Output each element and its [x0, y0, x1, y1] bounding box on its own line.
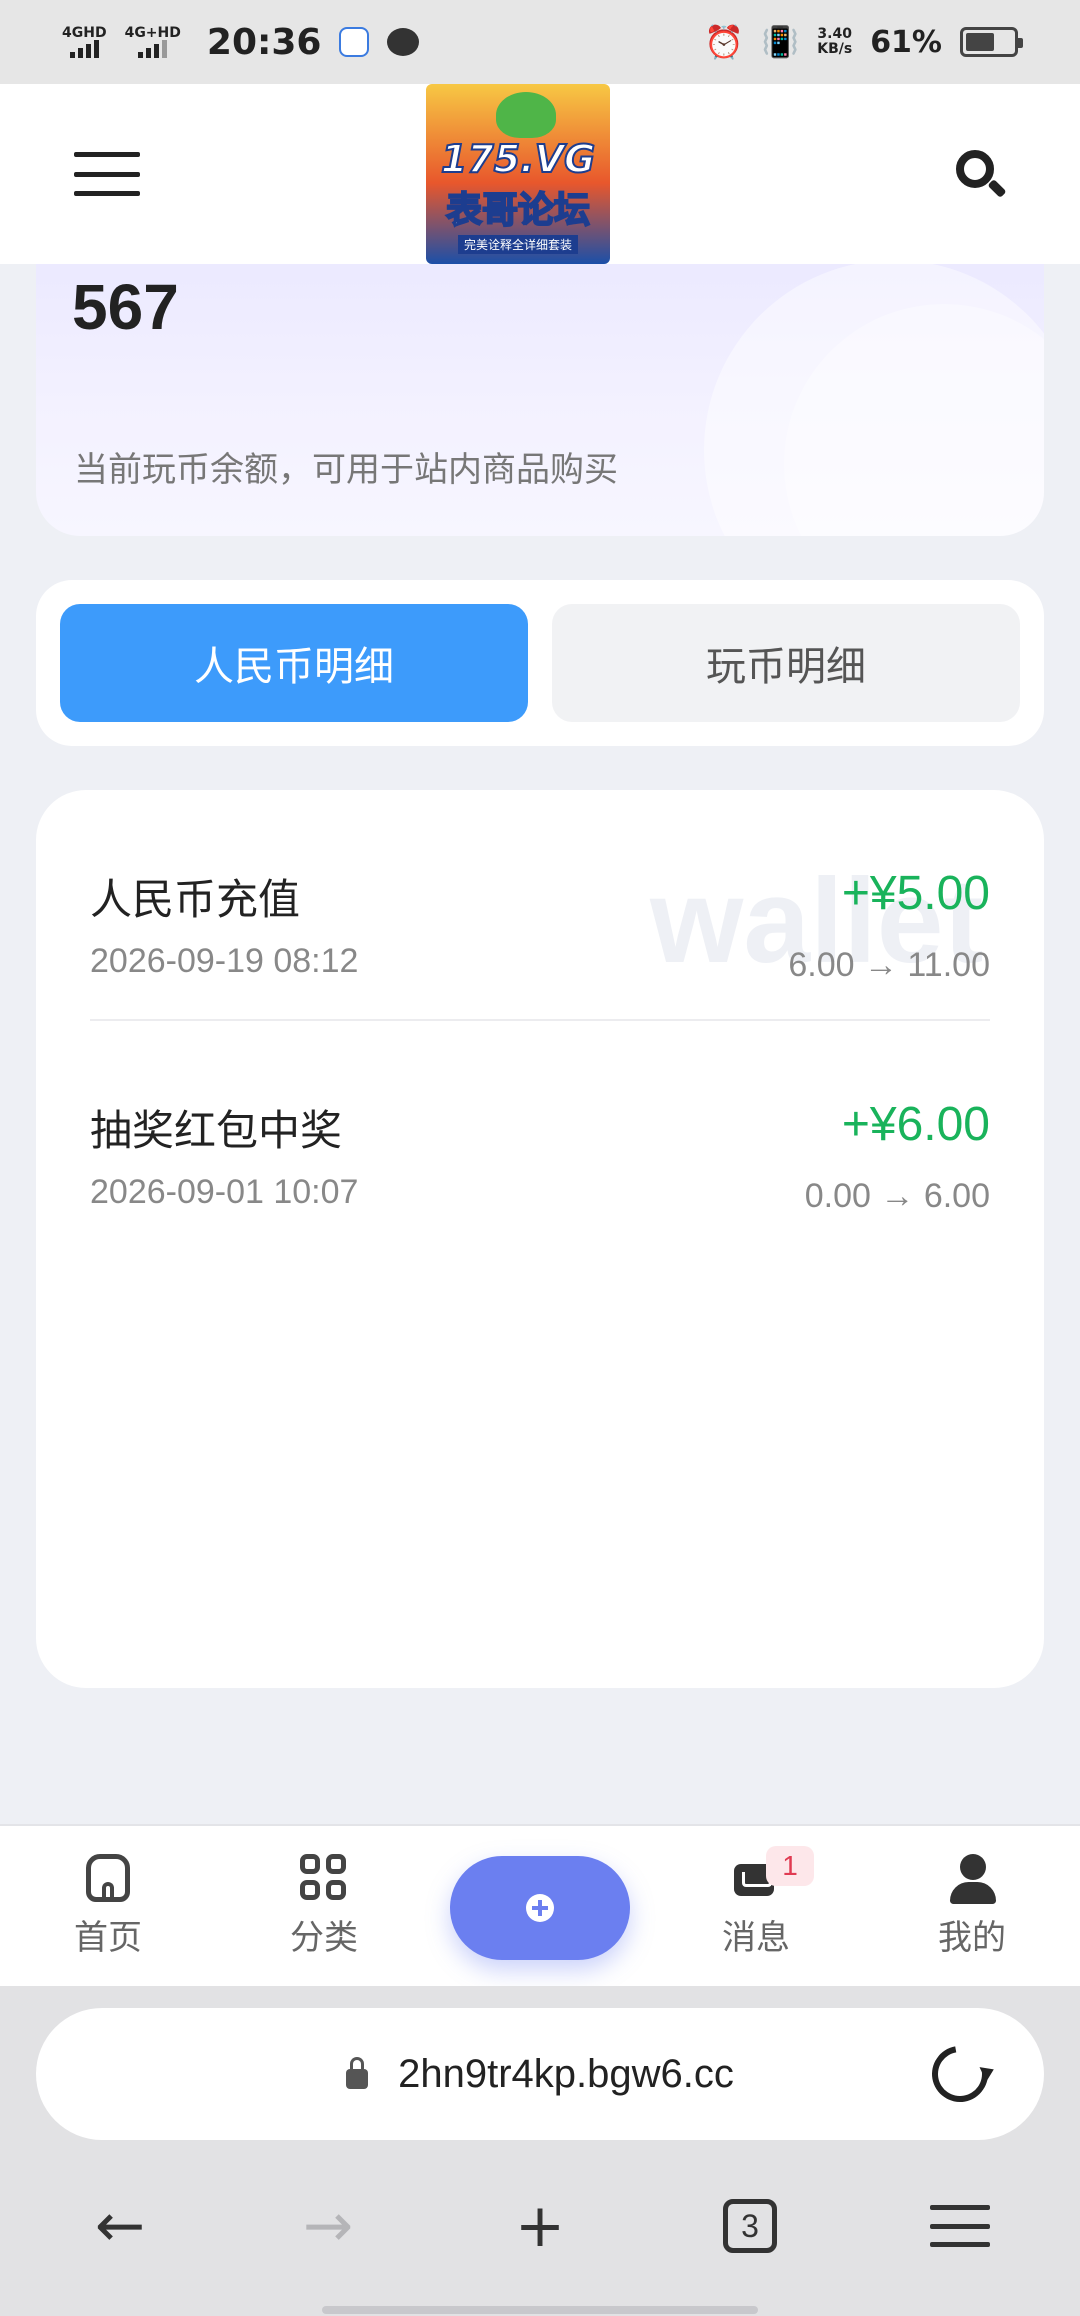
home-icon	[82, 1852, 134, 1904]
bottom-nav: 首页 分类 1 消息 我的	[0, 1824, 1080, 1986]
battery-percent: 61%	[870, 24, 942, 60]
lock-icon	[346, 2057, 369, 2089]
grid-icon	[298, 1852, 350, 1904]
balance-amount: 567	[72, 271, 179, 343]
signal-label-1: 4GHD	[62, 25, 107, 41]
tab-rmb-details[interactable]: 人民币明细	[60, 604, 528, 722]
transaction-title: 抽奖红包中奖	[90, 1106, 343, 1155]
transaction-time: 2026-09-01 10:07	[90, 1173, 359, 1211]
reload-icon[interactable]	[921, 2035, 999, 2113]
menu-icon[interactable]	[74, 152, 140, 196]
site-header: 175.VG 表哥论坛 完美诠释全详细套装	[0, 84, 1080, 264]
signal-bars-icon	[138, 40, 168, 58]
transaction-row[interactable]: 人民币充值 2026-09-19 08:12 +¥5.00 6.00 → 11.…	[90, 790, 990, 1021]
nav-category-label: 分类	[290, 1918, 358, 1958]
user-icon	[946, 1852, 998, 1904]
signal-label-2: 4G+HD	[124, 25, 181, 41]
network-speed-value: 3.40	[817, 26, 852, 42]
dragon-mascot-icon	[496, 92, 556, 138]
tab-coin-details[interactable]: 玩币明细	[552, 604, 1020, 722]
transaction-list: wallet 人民币充值 2026-09-19 08:12 +¥5.00 6.0…	[36, 790, 1044, 1688]
transaction-amount: +¥6.00	[841, 1098, 990, 1151]
mail-icon: 1	[730, 1846, 814, 1904]
address-bar[interactable]: 2hn9tr4kp.bgw6.cc	[36, 2008, 1044, 2140]
transaction-amount: +¥5.00	[841, 867, 990, 920]
transaction-balance-change: 6.00 → 11.00	[788, 946, 990, 984]
back-arrow-icon[interactable]: ←	[80, 2186, 160, 2266]
forward-arrow-icon[interactable]: →	[288, 2186, 368, 2266]
logo-text-tagline: 完美诠释全详细套装	[457, 235, 578, 254]
chat-notification-icon	[387, 28, 420, 56]
signal-indicator-1: 4GHD	[62, 26, 107, 58]
browser-toolbar: 2hn9tr4kp.bgw6.cc ← → + 3	[0, 1986, 1080, 2316]
logo-text-name: 表哥论坛	[445, 189, 591, 232]
status-right: ⏰ 📳 3.40 KB/s 61%	[704, 23, 1023, 61]
unread-badge: 1	[766, 1846, 814, 1886]
alarm-icon: ⏰	[704, 23, 744, 61]
nav-messages[interactable]: 1 消息	[686, 1846, 826, 1959]
nav-category[interactable]: 分类	[254, 1852, 394, 1959]
transaction-balance-change: 0.00 → 6.00	[804, 1177, 990, 1215]
transaction-time: 2026-09-19 08:12	[90, 942, 359, 980]
signal-bars-icon	[69, 40, 99, 58]
search-icon[interactable]	[952, 146, 1008, 202]
transaction-row[interactable]: 抽奖红包中奖 2026-09-01 10:07 +¥6.00 0.00 → 6.…	[90, 1021, 990, 1252]
nav-home-label: 首页	[74, 1918, 142, 1958]
status-left: 4GHD 4G+HD 20:36	[62, 21, 420, 63]
balance-description: 当前玩币余额，可用于站内商品购买	[74, 450, 618, 490]
browser-nav: ← → + 3	[0, 2186, 1080, 2266]
logo-text-domain: 175.VG	[440, 136, 596, 182]
plus-circle-icon	[526, 1894, 554, 1922]
url-text[interactable]: 2hn9tr4kp.bgw6.cc	[398, 2052, 734, 2097]
network-speed-unit: KB/s	[817, 41, 853, 57]
vibrate-icon: 📳	[761, 24, 800, 60]
add-post-button[interactable]	[450, 1856, 630, 1960]
transaction-title: 人民币充值	[90, 875, 301, 924]
ledger-tabs: 人民币明细 玩币明细	[36, 580, 1044, 746]
nav-messages-label: 消息	[722, 1918, 790, 1958]
new-tab-plus-icon[interactable]: +	[500, 2186, 580, 2266]
nav-mine-label: 我的	[938, 1918, 1006, 1958]
site-logo[interactable]: 175.VG 表哥论坛 完美诠释全详细套装	[426, 84, 610, 264]
app-notification-icon	[339, 27, 370, 57]
battery-icon	[960, 27, 1023, 57]
status-bar: 4GHD 4G+HD 20:36 ⏰ 📳 3.40 KB/s 61%	[0, 0, 1080, 84]
nav-mine[interactable]: 我的	[902, 1852, 1042, 1959]
network-speed: 3.40 KB/s	[817, 27, 852, 57]
tabs-switcher-button[interactable]: 3	[710, 2186, 790, 2266]
tab-count: 3	[723, 2199, 777, 2253]
signal-indicator-2: 4G+HD	[125, 26, 181, 58]
nav-home[interactable]: 首页	[38, 1852, 178, 1959]
browser-menu-icon[interactable]	[920, 2186, 1000, 2266]
home-indicator[interactable]	[322, 2306, 758, 2314]
clock: 20:36	[206, 21, 322, 63]
